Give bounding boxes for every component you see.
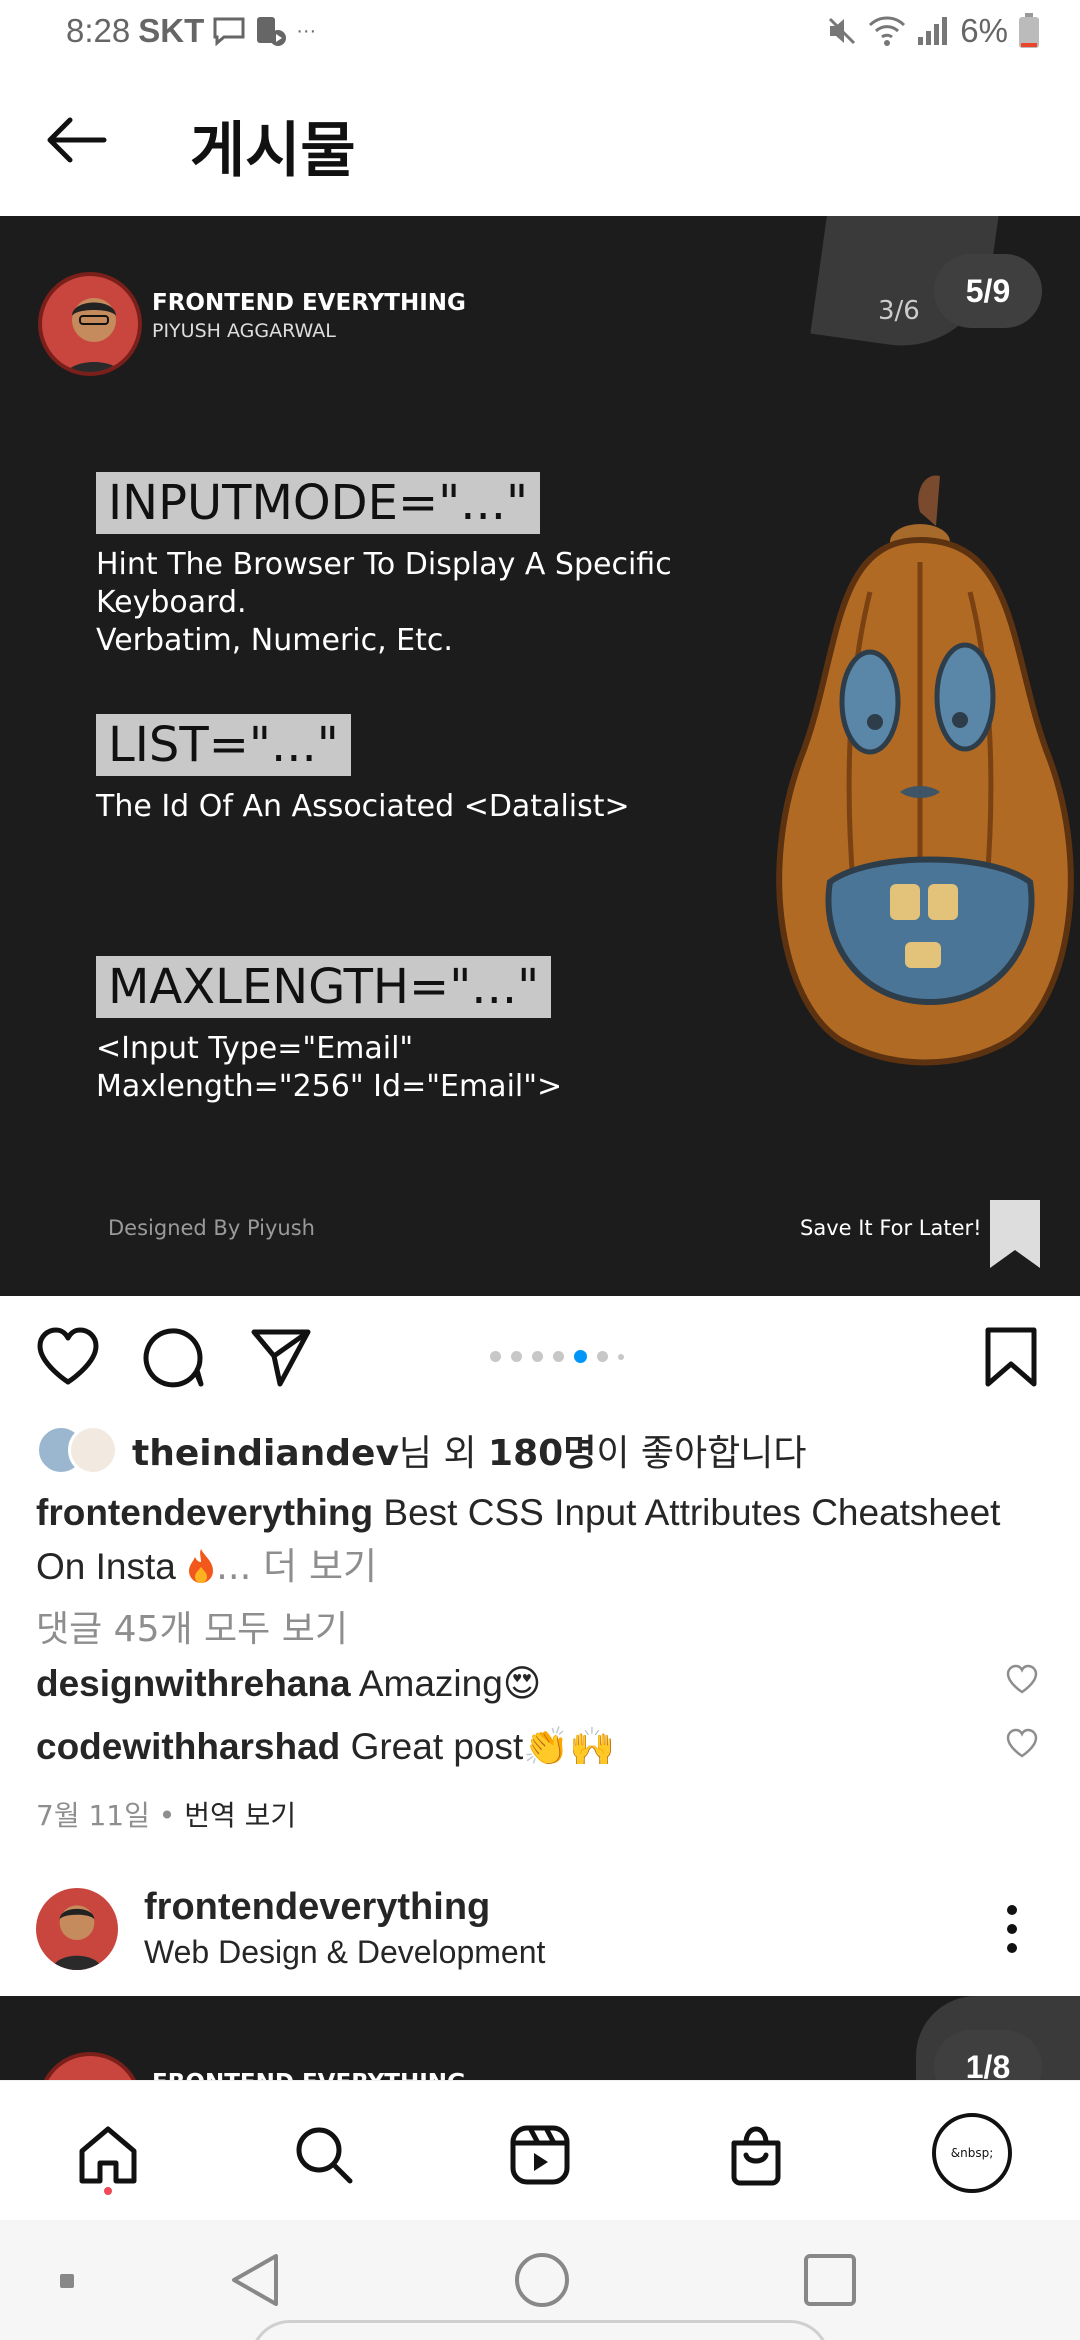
status-time: 8:28: [66, 12, 131, 49]
date-separator: •: [149, 1799, 185, 1832]
post-author-name: PIYUSH AGGARWAL: [152, 320, 336, 342]
post-date-row: 7월 11일 • 번역 보기: [36, 1794, 296, 1834]
carousel-dots: [490, 1350, 624, 1363]
likes-count[interactable]: 180명: [488, 1433, 596, 1474]
likes-row[interactable]: theindiandev님 외 180명이 좋아합니다: [36, 1420, 807, 1480]
save-later-text: Save It For Later!: [800, 1216, 982, 1240]
gesture-pill: [250, 2320, 830, 2340]
carousel-dot: [511, 1351, 522, 1362]
nav-search[interactable]: [284, 2115, 364, 2195]
liker-avatar: [68, 1425, 118, 1475]
post-caption: frontendeverything Best CSS Input Attrib…: [36, 1486, 1056, 1594]
designed-by-text: Designed By Piyush: [108, 1216, 315, 1240]
translate-link[interactable]: 번역 보기: [184, 1799, 296, 1832]
nav-shop[interactable]: [716, 2115, 796, 2195]
next-post-header: frontendeverything Web Design & Developm…: [0, 1866, 1080, 1996]
post-carousel[interactable]: FRONTEND EVERYTHING PIYUSH AGGARWAL 3/6 …: [0, 216, 1080, 1296]
status-carrier: SKT: [138, 12, 205, 49]
more-link[interactable]: ... 더 보기: [216, 1545, 377, 1588]
comment-username[interactable]: designwithrehana: [36, 1663, 351, 1704]
back-triangle-icon[interactable]: [226, 2250, 282, 2315]
likes-middle: 님 외: [398, 1433, 489, 1474]
message-icon: [212, 16, 246, 46]
view-all-comments-link[interactable]: 댓글 45개 모두 보기: [36, 1600, 348, 1652]
next-post-counter: 1/8: [934, 2030, 1042, 2080]
carousel-dot-active: [574, 1350, 587, 1363]
attr-maxlength-desc-2: Maxlength="256" Id="Email">: [96, 1069, 563, 1104]
home-icon: [79, 2126, 137, 2184]
status-extra: ···: [296, 19, 317, 42]
comment-row: codewithharshad Great post👏🙌: [36, 1726, 615, 1769]
inner-slide-indicator: 3/6: [878, 296, 920, 326]
back-button[interactable]: [36, 110, 116, 170]
attr-list-desc: The Id Of An Associated <Datalist>: [96, 789, 630, 824]
next-post-username[interactable]: frontendeverything: [144, 1886, 490, 1929]
likes-suffix: 이 좋아합니다: [596, 1433, 807, 1474]
bookmark-icon[interactable]: [984, 1326, 1038, 1393]
next-post-avatar[interactable]: [36, 1888, 118, 1970]
likes-summary: theindiandev님 외 180명이 좋아합니다: [132, 1424, 807, 1476]
liker-username[interactable]: theindiandev: [132, 1433, 399, 1474]
carousel-counter: 5/9: [934, 254, 1042, 328]
arrow-left-icon: [47, 117, 107, 163]
signal-icon: [916, 15, 950, 47]
comment-like-heart-icon[interactable]: [1006, 1728, 1038, 1763]
status-bar: 8:28 SKT ··· 6%: [0, 0, 1080, 66]
attr-maxlength-desc-1: <Input Type="Email": [96, 1031, 414, 1066]
system-navigation: [0, 2220, 1080, 2340]
recents-square-icon[interactable]: [800, 2250, 860, 2315]
like-heart-icon[interactable]: [36, 1326, 100, 1391]
more-options-icon[interactable]: [1004, 1904, 1020, 1959]
attr-inputmode-desc-3: Verbatim, Numeric, Etc.: [96, 623, 453, 658]
bookmark-shape-icon: [990, 1200, 1040, 1268]
next-post-preview[interactable]: FRONTEND EVERYTHING 1/8: [0, 1996, 1080, 2080]
home-circle-icon[interactable]: [512, 2250, 572, 2315]
share-send-icon[interactable]: [250, 1326, 312, 1393]
wifi-icon: [868, 15, 906, 47]
top-header: 게시물: [0, 66, 1080, 216]
caption-username[interactable]: frontendeverything: [36, 1492, 373, 1533]
comment-text: Amazing😍: [358, 1663, 542, 1704]
nav-profile[interactable]: &nbsp;: [932, 2113, 1012, 2193]
podcast-icon: [254, 14, 288, 48]
pumpkin-illustration: [776, 475, 1074, 1066]
post-brand-avatar: [38, 272, 142, 376]
comment-bubble-icon[interactable]: [142, 1326, 204, 1393]
battery-icon: [1018, 13, 1040, 49]
search-icon: [296, 2127, 353, 2184]
comment-row: designwithrehana Amazing😍: [36, 1662, 541, 1705]
shopping-bag-icon: [731, 2126, 781, 2186]
next-post-subtitle: Web Design & Development: [144, 1934, 546, 1970]
bottom-navigation: &nbsp;: [0, 2080, 1080, 2220]
nav-home[interactable]: [68, 2115, 148, 2195]
post-brand-name: FRONTEND EVERYTHING: [152, 290, 466, 316]
carousel-dot: [490, 1351, 501, 1362]
attr-list-label: LIST="...": [96, 714, 351, 776]
battery-text: 6%: [960, 12, 1008, 49]
fire-emoji-icon: [189, 1549, 214, 1583]
comment-text: Great post👏🙌: [350, 1726, 616, 1767]
mute-icon: [826, 15, 858, 47]
carousel-dot: [553, 1351, 564, 1362]
post-date: 7월 11일: [36, 1799, 150, 1832]
attr-inputmode-desc-1: Hint The Browser To Display A Specific: [96, 547, 672, 582]
notification-dot: [104, 2187, 112, 2195]
small-square-icon[interactable]: [58, 2272, 76, 2295]
next-post-brand-avatar: [38, 2052, 142, 2080]
carousel-dot: [597, 1351, 608, 1362]
comment-like-heart-icon[interactable]: [1006, 1664, 1038, 1699]
reels-icon: [510, 2125, 570, 2185]
attr-maxlength-label: MAXLENGTH="...": [96, 956, 552, 1018]
next-post-brand: FRONTEND EVERYTHING: [152, 2070, 466, 2080]
attr-inputmode-label: INPUTMODE="...": [96, 472, 541, 534]
comment-username[interactable]: codewithharshad: [36, 1726, 340, 1767]
attr-inputmode-desc-2: Keyboard.: [96, 585, 247, 620]
nav-reels[interactable]: [500, 2115, 580, 2195]
carousel-dot: [618, 1353, 624, 1360]
page-title: 게시물: [190, 116, 356, 186]
profile-label: &nbsp;: [950, 2146, 994, 2160]
carousel-dot: [532, 1351, 543, 1362]
